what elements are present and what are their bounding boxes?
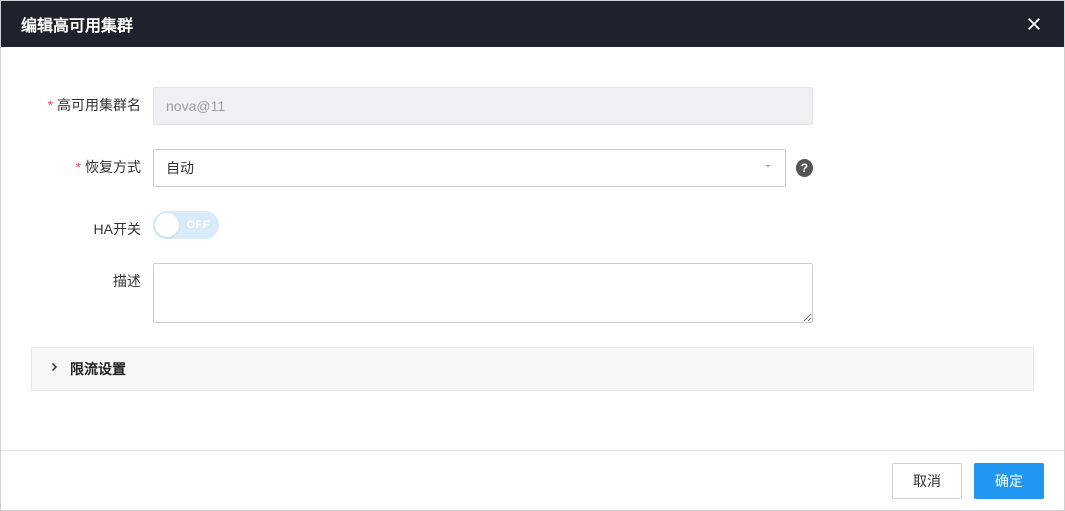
- cluster-name-row: 高可用集群名: [31, 87, 1034, 125]
- modal-body: 高可用集群名 恢复方式 自动 ? HA开关: [1, 47, 1064, 450]
- recovery-mode-select[interactable]: 自动: [153, 149, 786, 187]
- confirm-button[interactable]: 确定: [974, 463, 1044, 499]
- throttle-settings-section[interactable]: 限流设置: [31, 347, 1034, 391]
- close-button[interactable]: [1020, 10, 1048, 38]
- chevron-right-icon: [48, 360, 60, 378]
- ha-switch-label: HA开关: [31, 211, 153, 239]
- modal-header: 编辑高可用集群: [1, 1, 1064, 47]
- recovery-mode-label: 恢复方式: [31, 149, 153, 177]
- edit-ha-cluster-modal: 编辑高可用集群 高可用集群名 恢复方式 自动: [0, 0, 1065, 511]
- cluster-name-input: [153, 87, 813, 125]
- cluster-name-label: 高可用集群名: [31, 87, 153, 115]
- description-label: 描述: [31, 263, 153, 291]
- description-row: 描述: [31, 263, 1034, 323]
- help-icon[interactable]: ?: [796, 159, 813, 177]
- ha-switch-row: HA开关 OFF: [31, 211, 1034, 239]
- description-textarea[interactable]: [153, 263, 813, 323]
- toggle-state-label: OFF: [187, 219, 211, 231]
- modal-title: 编辑高可用集群: [21, 12, 133, 36]
- throttle-settings-title: 限流设置: [70, 359, 126, 379]
- modal-footer: 取消 确定: [1, 450, 1064, 510]
- toggle-knob: [155, 213, 179, 237]
- close-icon: [1025, 15, 1043, 33]
- recovery-mode-row: 恢复方式 自动 ?: [31, 149, 1034, 187]
- cancel-button[interactable]: 取消: [892, 463, 962, 499]
- recovery-mode-selected: 自动: [166, 158, 194, 178]
- ha-switch-toggle[interactable]: OFF: [153, 211, 219, 239]
